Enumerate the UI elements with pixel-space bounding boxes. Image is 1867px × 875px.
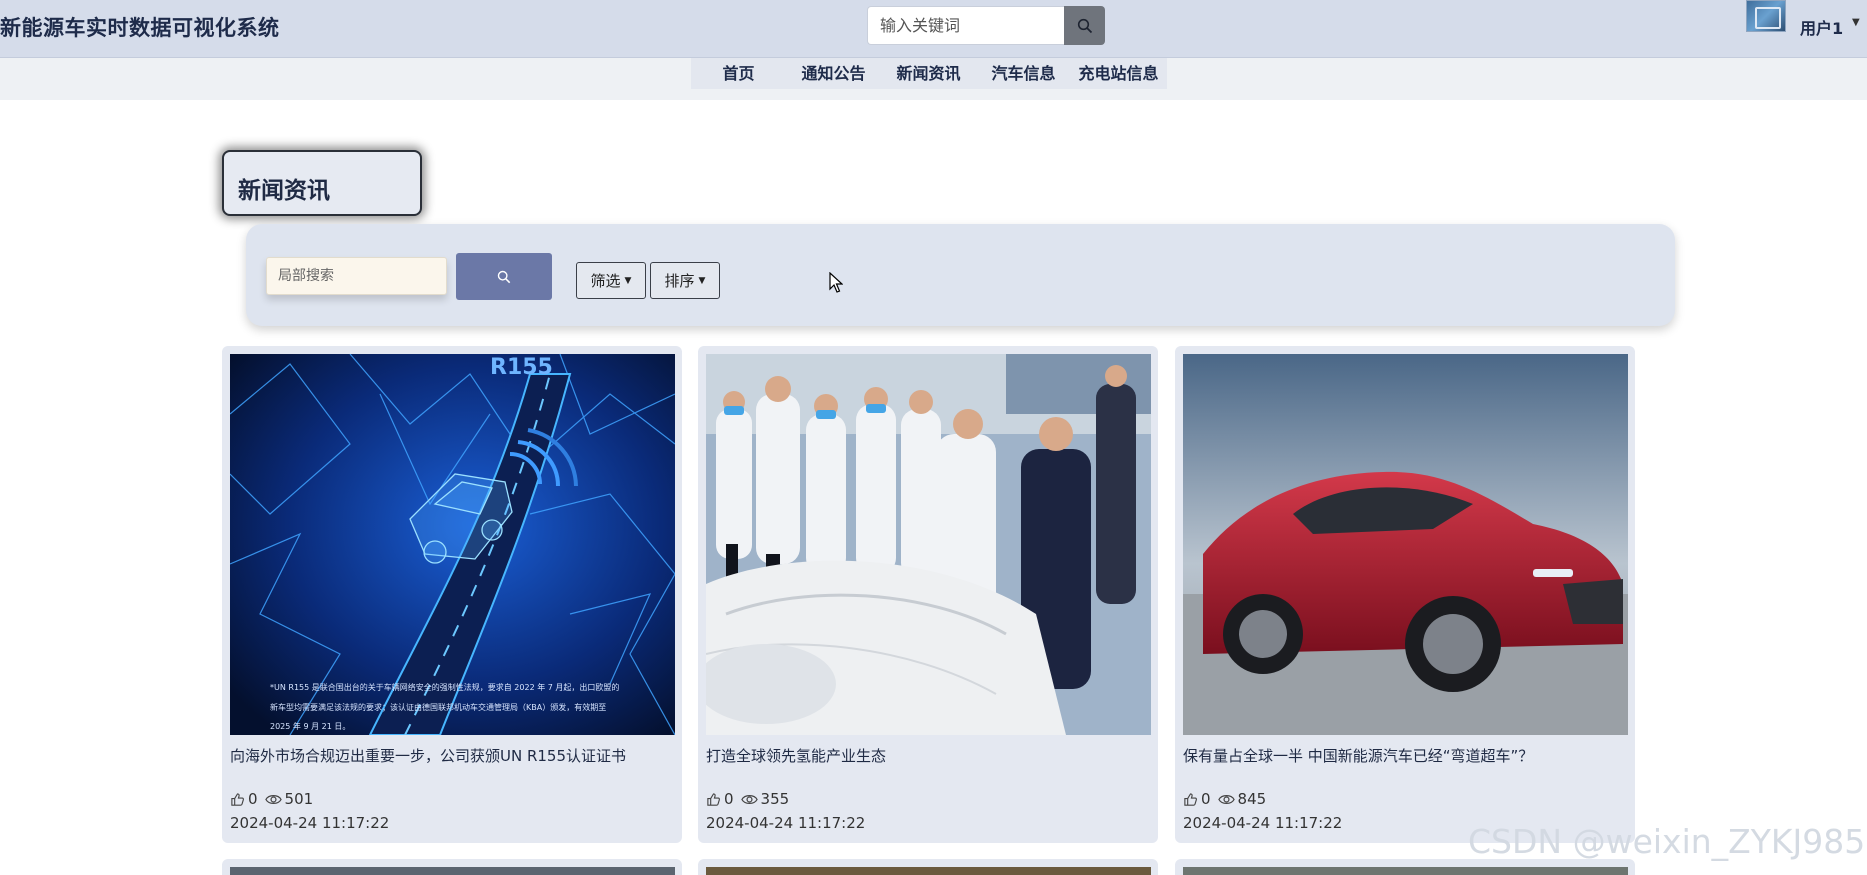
nav-item-cars[interactable]: 汽车信息: [976, 58, 1071, 89]
local-search-input[interactable]: [266, 257, 447, 295]
news-card-partial[interactable]: [698, 859, 1158, 875]
news-stats: 0 355: [706, 790, 789, 808]
eye-icon: [740, 794, 758, 804]
local-search-button[interactable]: [456, 253, 552, 300]
thumbs-up-icon[interactable]: [230, 792, 245, 807]
news-image-autonomous-car[interactable]: R155 *UN R155 是联合国出台的关于车辆网络安全的强制性法规，要求自 …: [230, 354, 675, 735]
view-count: 501: [284, 790, 314, 808]
watermark-text: CSDN @weixin_ZYKJ985: [1468, 822, 1866, 861]
like-count: 0: [724, 790, 734, 808]
news-title[interactable]: 向海外市场合规迈出重要一步，公司获颁UN R155认证证书: [230, 745, 675, 766]
filter-label: 筛选: [590, 272, 621, 290]
app-title: 新能源车实时数据可视化系统: [0, 16, 280, 40]
image-caption-line: 2025 年 9 月 21 日。: [270, 721, 350, 731]
view-count: 845: [1237, 790, 1267, 808]
mouse-cursor-icon: [829, 272, 843, 293]
news-card[interactable]: 保有量占全球一半 中国新能源汽车已经“弯道超车”？ 0 845 2024-04-…: [1175, 346, 1635, 843]
like-count: 0: [248, 790, 258, 808]
news-image-thumbnail[interactable]: [706, 867, 1151, 875]
sort-label: 排序: [664, 272, 695, 290]
user-menu-name[interactable]: 用户1: [1800, 15, 1843, 39]
image-caption-line: 新车型均需要满足该法规的要求；该认证由德国联邦机动车交通管理局（KBA）颁发，有…: [270, 702, 606, 712]
news-image-red-sports-car[interactable]: [1183, 354, 1628, 735]
thumbs-up-icon[interactable]: [706, 792, 721, 807]
user-avatar[interactable]: [1746, 0, 1786, 32]
news-date: 2024-04-24 11:17:22: [706, 814, 866, 832]
nav-item-news[interactable]: 新闻资讯: [881, 58, 976, 89]
search-icon: [1077, 18, 1092, 33]
like-count: 0: [1201, 790, 1211, 808]
nav-item-home[interactable]: 首页: [691, 58, 786, 89]
news-image-thumbnail[interactable]: [230, 867, 675, 875]
top-header: 新能源车实时数据可视化系统 用户1 ▼: [0, 0, 1867, 58]
news-stats: 0 501: [230, 790, 313, 808]
sort-dropdown-button[interactable]: 排序 ▼: [650, 262, 720, 299]
news-card[interactable]: R155 *UN R155 是联合国出台的关于车辆网络安全的强制性法规，要求自 …: [222, 346, 682, 843]
filter-panel: 筛选 ▼ 排序 ▼: [246, 224, 1675, 326]
news-image-officials-inspecting-car[interactable]: [706, 354, 1151, 735]
news-card-partial[interactable]: [1175, 859, 1635, 875]
news-title[interactable]: 打造全球领先氢能产业生态: [706, 745, 1151, 766]
global-search-input[interactable]: [867, 6, 1064, 45]
thumbs-up-icon[interactable]: [1183, 792, 1198, 807]
main-nav: 首页 通知公告 新闻资讯 汽车信息 充电站信息: [691, 58, 1167, 89]
image-label-r155: R155: [490, 355, 553, 380]
caret-down-icon: ▼: [624, 275, 632, 286]
nav-strip: 首页 通知公告 新闻资讯 汽车信息 充电站信息: [0, 58, 1867, 100]
news-card-partial[interactable]: [222, 859, 682, 875]
nav-item-notices[interactable]: 通知公告: [786, 58, 881, 89]
news-title[interactable]: 保有量占全球一半 中国新能源汽车已经“弯道超车”？: [1183, 745, 1628, 766]
news-date: 2024-04-24 11:17:22: [1183, 814, 1343, 832]
news-image-thumbnail[interactable]: [1183, 867, 1628, 875]
eye-icon: [1217, 794, 1235, 804]
chevron-down-icon[interactable]: ▼: [1852, 17, 1860, 28]
view-count: 355: [760, 790, 790, 808]
page-title-card: 新闻资讯: [222, 150, 422, 216]
global-search-button[interactable]: [1064, 6, 1105, 45]
eye-icon: [264, 794, 282, 804]
search-icon: [497, 270, 511, 283]
nav-item-charging-stations[interactable]: 充电站信息: [1071, 58, 1166, 89]
news-date: 2024-04-24 11:17:22: [230, 814, 390, 832]
news-stats: 0 845: [1183, 790, 1266, 808]
filter-dropdown-button[interactable]: 筛选 ▼: [576, 262, 646, 299]
page-title: 新闻资讯: [238, 178, 330, 204]
news-card[interactable]: 打造全球领先氢能产业生态 0 355 2024-04-24 11:17:22: [698, 346, 1158, 843]
caret-down-icon: ▼: [698, 275, 706, 286]
image-caption-line: *UN R155 是联合国出台的关于车辆网络安全的强制性法规，要求自 2022 …: [270, 682, 619, 692]
